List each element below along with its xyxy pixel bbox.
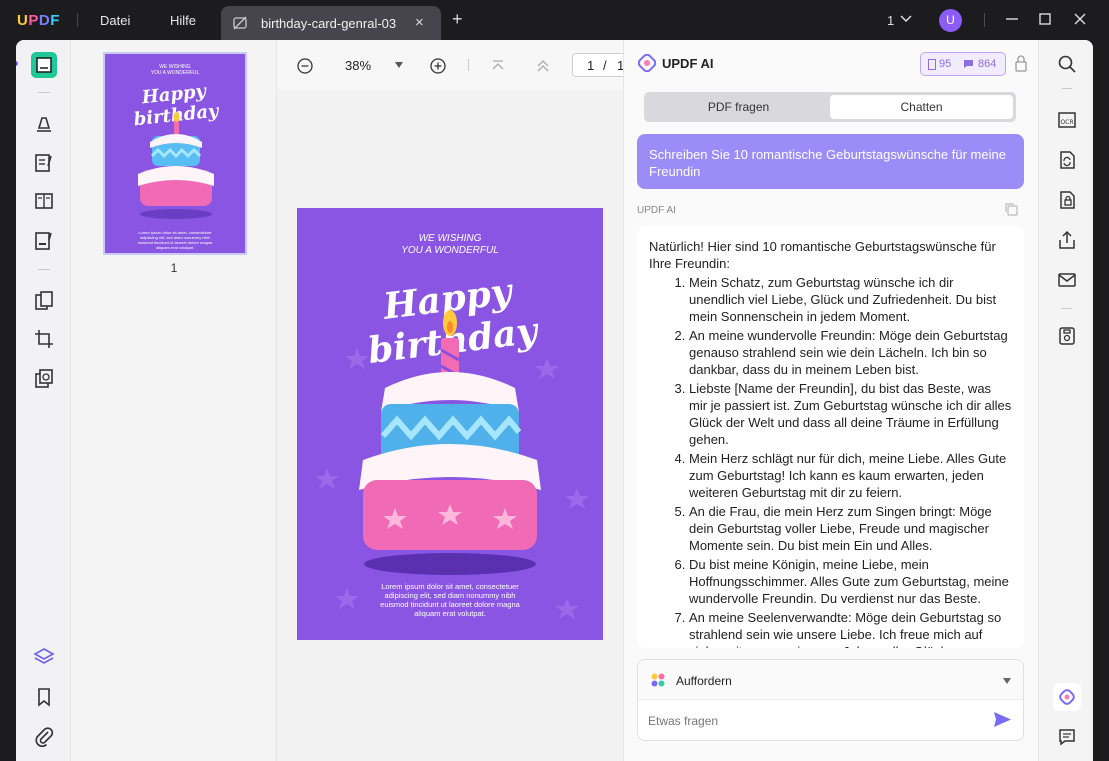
thumbnail-page-number: 1	[170, 261, 178, 275]
ai-response-label: UPDF AI	[637, 205, 676, 216]
comment-icon[interactable]	[1057, 727, 1077, 747]
doc-credits: 95	[939, 58, 952, 70]
zoom-level[interactable]: 38%	[345, 58, 371, 73]
user-message: Schreiben Sie 10 romantische Geburtstags…	[637, 134, 1024, 189]
right-toolbar: OCR	[1038, 40, 1093, 761]
ai-panel-title: UPDF AI	[662, 56, 714, 71]
wish-list: Mein Schatz, zum Geburtstag wünsche ich …	[689, 274, 1012, 648]
list-item: Mein Herz schlägt nur für dich, meine Li…	[689, 450, 1012, 501]
zoom-in-icon[interactable]	[430, 58, 446, 74]
page-layout-icon[interactable]	[33, 190, 55, 212]
prompt-label: Auffordern	[676, 674, 732, 688]
title-bar: UPDF Datei Hilfe birthday-card-genral-03…	[0, 0, 1109, 40]
tab-title: birthday-card-genral-03	[261, 16, 397, 31]
ai-assistant-panel: UPDF AI 95 864 PDF fragen Chatten Schrei…	[623, 40, 1038, 761]
list-item: An meine wundervolle Freundin: Möge dein…	[689, 327, 1012, 378]
share-icon[interactable]	[1057, 230, 1077, 250]
prompt-dropdown-icon	[1003, 678, 1011, 684]
thumb-top-line2: YOU A WONDERFUL	[150, 70, 200, 76]
organize-pages-icon[interactable]	[33, 290, 55, 312]
tab-pdf-ask[interactable]: PDF fragen	[647, 95, 830, 119]
maximize-icon[interactable]	[1038, 12, 1052, 26]
form-icon[interactable]	[33, 230, 55, 252]
layers-icon[interactable]	[33, 646, 55, 668]
document-cloud-icon	[233, 16, 247, 30]
card-footer-text: Lorem ipsum dolor sit amet, consectetuer…	[380, 582, 520, 618]
reader-tool-button[interactable]	[31, 52, 57, 78]
list-item: Liebste [Name der Freundin], du bist das…	[689, 380, 1012, 448]
menu-help[interactable]: Hilfe	[170, 13, 196, 28]
page-thumbnail[interactable]: WE WISHING YOU A WONDERFUL Happy birthda…	[103, 52, 247, 255]
ai-credits-badge[interactable]: 95 864	[920, 52, 1006, 76]
ocr-icon[interactable]: OCR	[1057, 110, 1077, 130]
current-page: 1	[587, 58, 595, 73]
list-item: Mein Schatz, zum Geburtstag wünsche ich …	[689, 274, 1012, 325]
card-top-line2: YOU A WONDERFUL	[401, 245, 499, 256]
chat-credit-icon	[964, 60, 973, 68]
page-separator: /	[603, 58, 607, 73]
menu-file[interactable]: Datei	[100, 13, 130, 28]
minimize-icon[interactable]	[1005, 12, 1019, 26]
thumb-cake-illustration	[138, 112, 214, 219]
attachment-icon[interactable]	[33, 726, 55, 748]
window-count: 1	[887, 13, 895, 28]
left-toolbar	[16, 40, 71, 761]
updf-ai-icon	[1059, 689, 1075, 705]
chat-credits: 864	[978, 58, 997, 70]
close-window-icon[interactable]	[1073, 12, 1087, 26]
pin-icon[interactable]	[1014, 54, 1028, 72]
highlighter-icon[interactable]	[33, 112, 55, 134]
app-frame: WE WISHING YOU A WONDERFUL Happy birthda…	[16, 40, 1093, 761]
updf-ai-logo-icon	[638, 54, 656, 72]
protect-pdf-icon[interactable]	[1057, 190, 1077, 210]
edit-pdf-icon[interactable]	[33, 152, 55, 174]
bookmark-icon[interactable]	[33, 686, 55, 708]
svg-text:OCR: OCR	[1060, 119, 1073, 126]
ai-mode-switch: PDF fragen Chatten	[644, 92, 1016, 122]
ai-response: Natürlich! Hier sind 10 romantische Gebu…	[637, 226, 1024, 648]
list-item: Du bist meine Königin, meine Liebe, mein…	[689, 556, 1012, 607]
email-icon[interactable]	[1057, 270, 1077, 290]
zoom-dropdown-icon[interactable]	[395, 62, 403, 68]
tab-close-icon[interactable]: ×	[415, 14, 424, 31]
list-item: An die Frau, die mein Herz zum Singen br…	[689, 503, 1012, 554]
tab-chat[interactable]: Chatten	[830, 95, 1013, 119]
list-item: An meine Seelenverwandte: Möge dein Gebu…	[689, 609, 1012, 648]
cake-illustration	[359, 310, 541, 575]
search-icon[interactable]	[1057, 54, 1077, 74]
crop-icon[interactable]	[33, 328, 55, 350]
chevron-down-icon[interactable]	[900, 12, 912, 24]
new-tab-button[interactable]: +	[452, 10, 463, 28]
prompt-selector[interactable]: Auffordern	[638, 660, 1023, 700]
thumbnail-panel: WE WISHING YOU A WONDERFUL Happy birthda…	[71, 40, 277, 761]
document-viewer: 38% 1 / 1 WE WISHING YOU A WONDERFUL Hap…	[277, 40, 632, 761]
response-intro: Natürlich! Hier sind 10 romantische Gebu…	[649, 239, 996, 271]
document-tab[interactable]: birthday-card-genral-03 ×	[221, 6, 441, 40]
ai-assistant-button[interactable]	[1053, 683, 1081, 711]
prev-page-icon[interactable]	[536, 59, 550, 73]
chat-input-box: Auffordern Etwas fragen	[637, 659, 1024, 741]
pdf-page[interactable]: WE WISHING YOU A WONDERFUL Happy birthda…	[297, 208, 603, 640]
chat-input-field[interactable]: Etwas fragen	[648, 714, 718, 728]
document-credit-icon	[928, 59, 936, 70]
viewer-toolbar: 38% 1 / 1	[277, 40, 632, 90]
send-icon[interactable]	[994, 712, 1011, 727]
save-icon[interactable]	[1057, 326, 1077, 346]
user-avatar[interactable]: U	[939, 9, 962, 32]
first-page-icon[interactable]	[491, 59, 505, 73]
copy-icon[interactable]	[1004, 202, 1018, 216]
convert-icon[interactable]	[33, 368, 55, 390]
prompts-grid-icon	[651, 673, 665, 687]
app-logo: UPDF	[17, 12, 60, 29]
card-top-line1: WE WISHING	[418, 233, 482, 244]
zoom-out-icon[interactable]	[297, 58, 313, 74]
thumb-footer-text: Lorem ipsum dolor sit amet, consectetuer…	[137, 230, 213, 250]
reader-icon	[36, 57, 52, 73]
convert-pdf-icon[interactable]	[1057, 150, 1077, 170]
